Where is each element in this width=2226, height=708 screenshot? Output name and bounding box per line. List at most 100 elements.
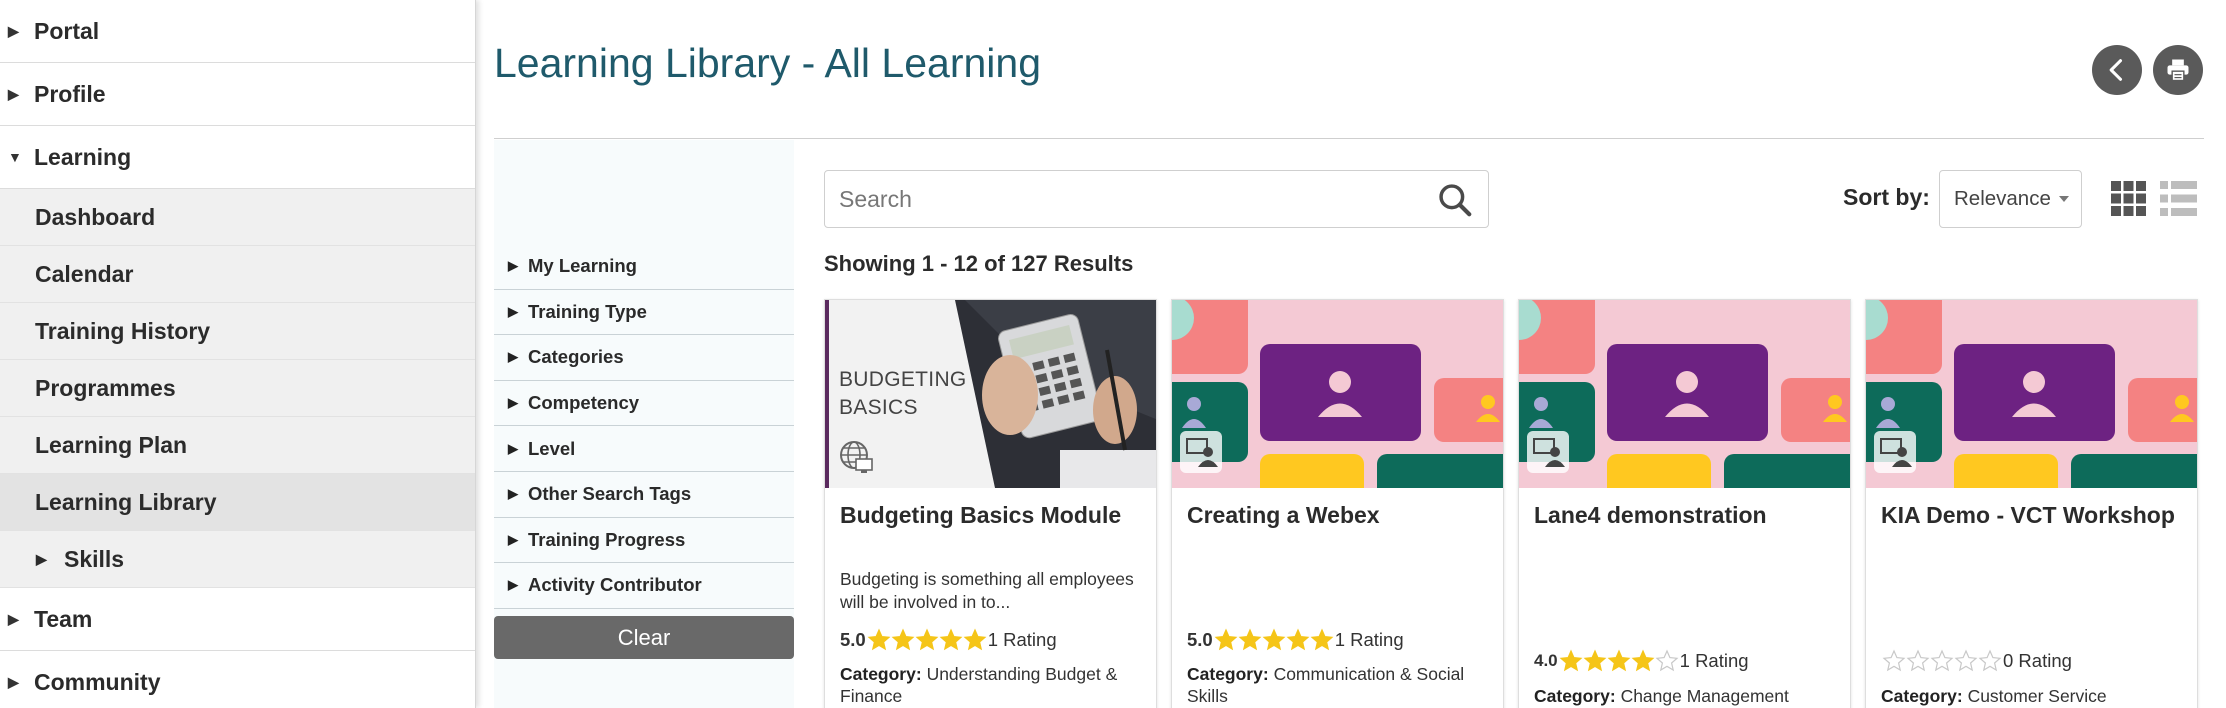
sidebar-item-portal[interactable]: ▶ Portal [0,0,475,63]
star-filled-icon [891,628,915,651]
learning-card[interactable]: Creating a Webex 5.0 1 Rating Category: … [1171,299,1504,708]
card-category: Category: Change Management [1534,685,1844,707]
expand-arrow-icon: ▶ [8,85,19,102]
card-rating: 4.0 1 Rating [1534,649,1749,673]
star-rating [1882,649,2002,673]
sidebar-item-skills[interactable]: ▶ Skills [0,531,475,588]
star-filled-icon [939,628,963,651]
star-filled-icon [867,628,891,651]
filter-label: Other Search Tags [528,483,692,505]
grid-view-icon[interactable] [2111,181,2146,216]
star-rating [1559,649,1679,673]
rating-count: 1 Rating [1679,650,1749,671]
filter-other-search-tags[interactable]: ▶ Other Search Tags [494,472,794,518]
learning-card[interactable]: KIA Demo - VCT Workshop 0 Rating Categor… [1865,299,2198,708]
filter-level[interactable]: ▶ Level [494,426,794,472]
sidebar-item-learning-library[interactable]: Learning Library [0,474,475,531]
sidebar-item-label: Skills [64,545,125,572]
sidebar-item-dashboard[interactable]: Dashboard [0,189,475,246]
sidebar-item-training-history[interactable]: Training History [0,303,475,360]
filter-my-learning[interactable]: ▶ My Learning [494,244,794,290]
star-filled-icon [1262,628,1286,651]
thumbnail-text-line-1: BUDGETING [839,368,967,391]
print-button[interactable] [2153,45,2203,95]
learning-card[interactable]: Lane4 demonstration 4.0 1 Rating Categor… [1518,299,1851,708]
star-filled-icon [963,628,987,651]
expand-arrow-icon: ▶ [508,395,518,411]
star-filled-icon [915,628,939,651]
sidebar-item-programmes[interactable]: Programmes [0,360,475,417]
expand-arrow-icon: ▶ [508,531,518,547]
search-box [824,170,1489,228]
sidebar-item-label: Team [34,605,93,632]
back-button[interactable] [2092,45,2142,95]
card-title: Creating a Webex [1187,502,1380,528]
collapse-arrow-icon: ▼ [8,149,22,165]
expand-arrow-icon: ▶ [508,349,518,365]
sidebar-item-learning[interactable]: ▼ Learning [0,126,475,189]
search-input[interactable] [839,171,1419,227]
sidebar-item-label: Learning Plan [35,431,188,458]
filter-label: Training Progress [528,528,686,550]
expand-arrow-icon: ▶ [8,673,19,690]
list-view-icon[interactable] [2160,181,2197,216]
card-thumbnail [1172,300,1503,488]
sort-label: Sort by: [1843,184,1930,210]
sidebar-item-profile[interactable]: ▶ Profile [0,63,475,126]
filter-label: My Learning [528,255,637,277]
sidebar-item-label: Community [34,668,161,695]
sort-selected-value: Relevance [1954,187,2051,210]
expand-arrow-icon: ▶ [508,258,518,274]
filter-categories[interactable]: ▶ Categories [494,335,794,381]
filter-list: ▶ My Learning ▶ Training Type ▶ Categories … [494,244,794,609]
star-filled-icon [1631,649,1655,672]
clear-filters-button[interactable]: Clear [494,616,794,659]
star-empty-icon [1930,649,1954,672]
sidebar-item-calendar[interactable]: Calendar [0,246,475,303]
card-rating: 5.0 1 Rating [840,628,1057,652]
chevron-left-icon [2109,59,2123,81]
search-icon[interactable] [1436,181,1474,219]
sidebar-item-label: Learning [34,143,132,170]
star-empty-icon [1882,649,1906,672]
filter-training-progress[interactable]: ▶ Training Progress [494,518,794,564]
filter-label: Competency [528,392,640,414]
sidebar-item-team[interactable]: ▶ Team [0,588,475,651]
globe-computer-icon [840,441,873,473]
filter-training-type[interactable]: ▶ Training Type [494,290,794,336]
rating-count: 0 Rating [2003,650,2072,671]
sidebar-item-community[interactable]: ▶ Community [0,651,475,708]
expand-arrow-icon: ▶ [8,610,19,627]
filter-activity-contributor[interactable]: ▶ Activity Contributor [494,563,794,609]
sidebar-item-label: Profile [34,80,106,107]
sidebar-item-label: Portal [34,17,100,44]
sidebar-item-label: Programmes [35,374,176,401]
star-empty-icon [1906,649,1930,672]
learning-card[interactable]: BUDGETING BASICS Budgeting Basics Module… [824,299,1157,708]
filter-label: Categories [528,346,624,368]
card-title: Lane4 demonstration [1534,502,1767,528]
thumbnail-text-line-2: BASICS [839,396,918,419]
page-title: Learning Library - All Learning [494,40,1041,86]
rating-count: 1 Rating [987,629,1057,650]
expand-arrow-icon: ▶ [8,22,19,39]
star-filled-icon [1559,649,1583,672]
sidebar-item-learning-plan[interactable]: Learning Plan [0,417,475,474]
sidebar-item-label: Calendar [35,260,134,287]
star-empty-icon [1655,649,1679,672]
sidebar-item-label: Learning Library [35,488,217,515]
expand-arrow-icon: ▶ [508,440,518,456]
printer-icon [2167,59,2189,82]
card-title: KIA Demo - VCT Workshop [1881,502,2175,528]
expand-arrow-icon: ▶ [36,550,47,567]
filter-competency[interactable]: ▶ Competency [494,381,794,427]
sidebar-item-label: Training History [35,317,211,344]
virtual-classroom-icon [1874,431,1916,473]
star-empty-icon [1978,649,2002,672]
star-filled-icon [1607,649,1631,672]
filter-label: Training Type [528,300,647,322]
sort-select[interactable]: Relevance [1939,170,2082,228]
category-value: Change Management [1620,686,1789,706]
filter-label: Level [528,437,576,459]
rating-score: 5.0 [840,629,866,650]
